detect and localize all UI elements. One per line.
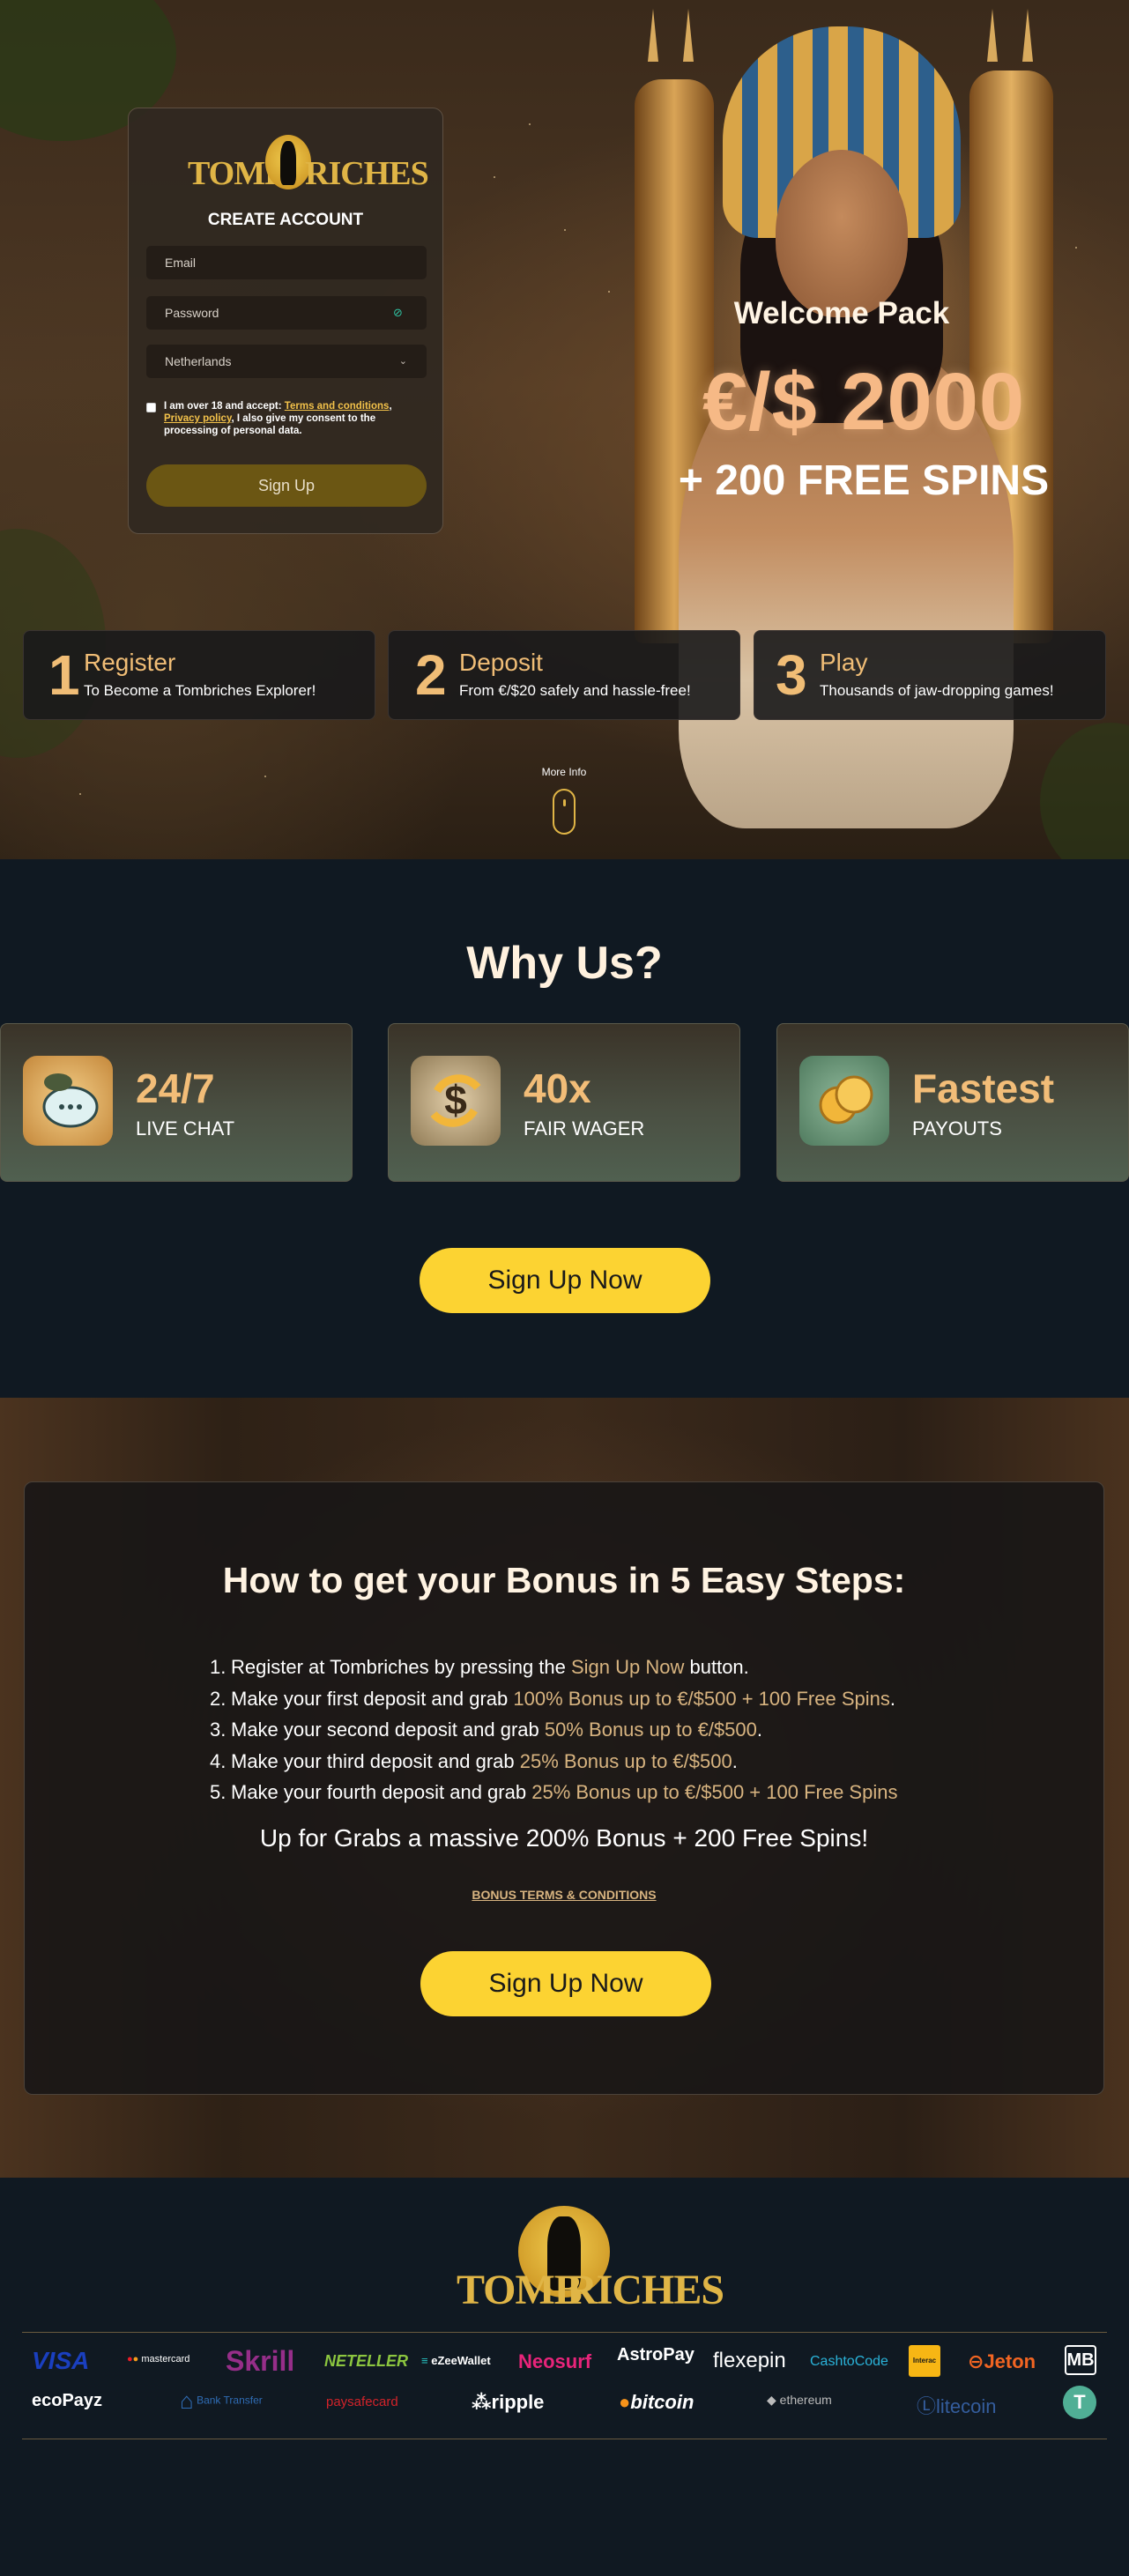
sign-up-now-button[interactable]: Sign Up Now — [420, 1248, 710, 1313]
more-info-label[interactable]: More Info — [520, 766, 608, 778]
bonus-steps-title: How to get your Bonus in 5 Easy Steps: — [222, 1560, 906, 1600]
ezeewallet-logo: ≡ eZeeWallet — [421, 2354, 491, 2367]
sign-up-now-button[interactable]: Sign Up Now — [420, 1951, 711, 2016]
coins-icon — [799, 1056, 889, 1146]
bonus-terms-link[interactable]: BONUS TERMS & CONDITIONS — [25, 1888, 1103, 1902]
password-field[interactable]: Password ⊘ — [146, 296, 427, 330]
feature-fair-wager: $ 40x FAIR WAGER — [388, 1023, 740, 1182]
paysafecard-logo: paysafecard — [326, 2394, 398, 2409]
dollar-arrows-icon: $ — [411, 1056, 501, 1146]
list-item: 1. Register at Tombriches by pressing the… — [210, 1656, 749, 1678]
free-spins-text: + 200 FREE SPINS — [678, 457, 1050, 504]
bitcoin-logo: ●bitcoin — [619, 2391, 694, 2413]
divider — [22, 2332, 1107, 2333]
sign-up-button[interactable]: Sign Up — [146, 464, 427, 507]
terms-link[interactable]: Terms and conditions — [285, 401, 390, 412]
footer: TOMB RICHES VISA ●● mastercard Skrill NE… — [0, 2178, 1129, 2576]
hero-section: TOMB RICHES CREATE ACCOUNT Email Passwor… — [0, 0, 1129, 859]
country-select[interactable]: Netherlands ⌄ — [146, 345, 427, 378]
email-field[interactable]: Email — [146, 246, 427, 279]
why-us-section: Why Us? 24/7 LIVE CHAT $ 40x FAIR WAGER … — [0, 859, 1129, 1398]
interac-logo: Interac — [909, 2345, 940, 2377]
flexepin-logo: flexepin — [713, 2349, 786, 2372]
bonus-card: How to get your Bonus in 5 Easy Steps: 1… — [24, 1481, 1104, 2095]
why-us-title: Why Us? — [466, 938, 663, 989]
eye-slash-icon[interactable]: ⊘ — [393, 306, 407, 320]
create-account-title: CREATE ACCOUNT — [207, 211, 364, 229]
list-item: 2. Make your first deposit and grab 100% … — [210, 1687, 895, 1710]
welcome-pack-title: Welcome Pack — [733, 296, 950, 330]
chevron-down-icon: ⌄ — [398, 356, 407, 367]
litecoin-logo: Ⓛlitecoin — [917, 2395, 997, 2417]
privacy-link[interactable]: Privacy policy — [164, 413, 232, 424]
list-item: 5. Make your fourth deposit and grab 25% … — [210, 1781, 898, 1803]
consent-checkbox[interactable] — [146, 403, 156, 412]
astropay-logo: AstroPay — [617, 2345, 694, 2364]
consent-checkbox-row[interactable]: I am over 18 and accept: Terms and condi… — [146, 400, 427, 437]
cashtocode-logo: CashtoCode — [810, 2354, 888, 2369]
skrill-logo: Skrill — [226, 2345, 295, 2377]
jeton-logo: ⊖Jeton — [968, 2350, 1036, 2372]
step-play: 3 Play Thousands of jaw-dropping games! — [754, 630, 1106, 720]
visa-logo: VISA — [32, 2347, 90, 2374]
neosurf-logo: Neosurf — [518, 2350, 592, 2372]
feature-fastest-payouts: Fastest PAYOUTS — [776, 1023, 1129, 1182]
neteller-logo: NETELLER — [324, 2352, 409, 2370]
list-item: 4. Make your third deposit and grab 25% B… — [210, 1749, 738, 1772]
ecopayz-logo: ecoPayz — [32, 2391, 103, 2410]
bank-transfer-logo: ⌂ Bank Transfer — [180, 2387, 263, 2414]
step-register: 1 Register To Become a Tombriches Explor… — [23, 630, 375, 720]
bonus-steps-list: 1. Register at Tombriches by pressing the… — [210, 1652, 1003, 1808]
bonus-amount: €/$ 2000 — [702, 357, 1026, 447]
bonus-summary: Up for Grabs a massive 200% Bonus + 200 … — [259, 1824, 869, 1852]
feature-live-chat: 24/7 LIVE CHAT — [0, 1023, 353, 1182]
svg-text:$: $ — [444, 1077, 467, 1123]
ripple-logo: ⁂ripple — [472, 2391, 545, 2413]
chat-bubble-icon — [23, 1056, 113, 1146]
step-deposit: 2 Deposit From €/$20 safely and hassle-f… — [388, 630, 740, 720]
mastercard-logo: ●● mastercard — [127, 2354, 190, 2364]
bonus-steps-section: How to get your Bonus in 5 Easy Steps: 1… — [0, 1398, 1129, 2178]
scroll-mouse-icon[interactable] — [553, 789, 576, 835]
list-item: 3. Make your second deposit and grab 50% … — [210, 1719, 762, 1741]
ethereum-logo: ◆ ethereum — [767, 2393, 832, 2407]
multibanco-logo: MB — [1065, 2345, 1096, 2375]
tether-logo: T — [1063, 2386, 1096, 2419]
signup-card: TOMB RICHES CREATE ACCOUNT Email Passwor… — [128, 108, 443, 534]
palm-leaf-decoration — [1040, 723, 1129, 859]
